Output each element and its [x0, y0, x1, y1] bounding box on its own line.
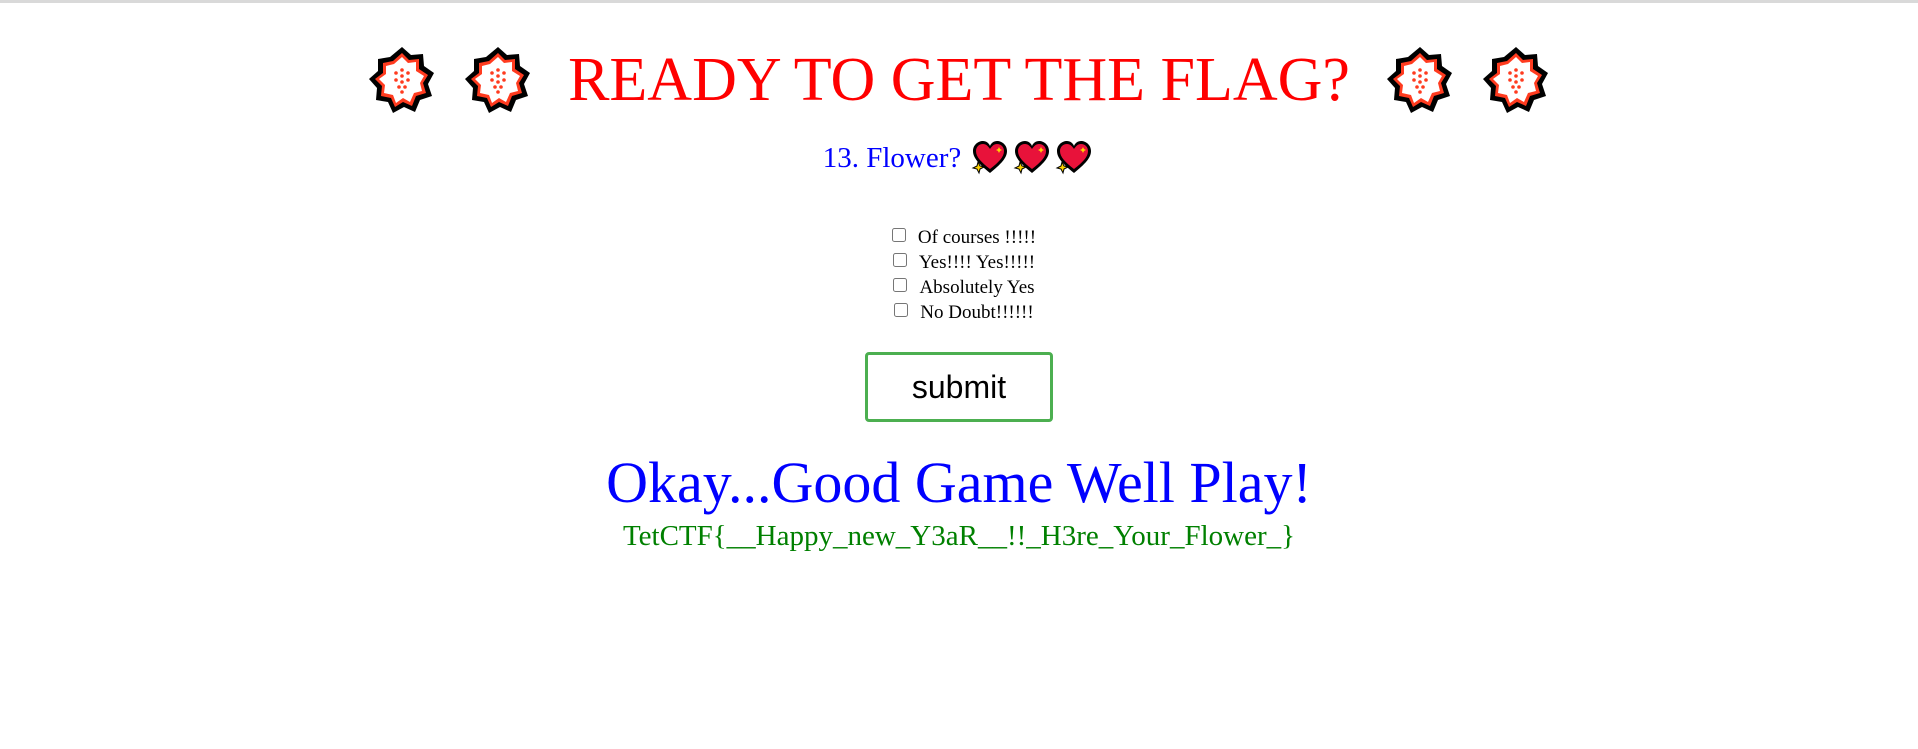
result-heading: Okay...Good Game Well Play!	[606, 450, 1312, 515]
option-of-courses[interactable]: Of courses !!!!!	[891, 225, 1037, 250]
option-label: No Doubt!!!!!!	[920, 301, 1034, 323]
option-checkbox[interactable]	[892, 252, 907, 267]
option-checkbox[interactable]	[894, 302, 909, 317]
question-row: 13. Flower?	[0, 140, 1918, 176]
submit-button[interactable]: submit	[865, 352, 1053, 422]
option-label: Of courses !!!!!	[917, 226, 1037, 248]
option-checkbox[interactable]	[893, 277, 908, 292]
page-title-row: READY TO GET THE FLAG?	[0, 40, 1918, 120]
option-checkbox[interactable]	[891, 227, 906, 242]
option-label: Yes!!!! Yes!!!!!	[918, 251, 1036, 273]
option-label: Absolutely Yes	[919, 276, 1035, 298]
option-yes-yes[interactable]: Yes!!!! Yes!!!!!	[892, 250, 1036, 275]
flower-icon	[465, 47, 531, 113]
option-no-doubt[interactable]: No Doubt!!!!!!	[894, 300, 1034, 325]
flower-icon	[1482, 47, 1548, 113]
flag-text: TetCTF{__Happy_new_Y3aR__!!_H3re_Your_Fl…	[622, 520, 1296, 552]
top-border	[0, 0, 1918, 3]
flower-icon	[369, 47, 435, 113]
answer-options: Of courses !!!!! Yes!!!! Yes!!!!! Absolu…	[0, 225, 1918, 325]
sparkling-heart-icon	[1055, 141, 1092, 175]
sparkling-heart-icon	[971, 141, 1008, 175]
question-text: 13. Flower?	[822, 141, 962, 174]
option-absolutely-yes[interactable]: Absolutely Yes	[893, 275, 1035, 300]
sparkling-heart-icon	[1013, 141, 1050, 175]
page-title: READY TO GET THE FLAG?	[568, 46, 1350, 114]
flower-icon	[1386, 47, 1452, 113]
